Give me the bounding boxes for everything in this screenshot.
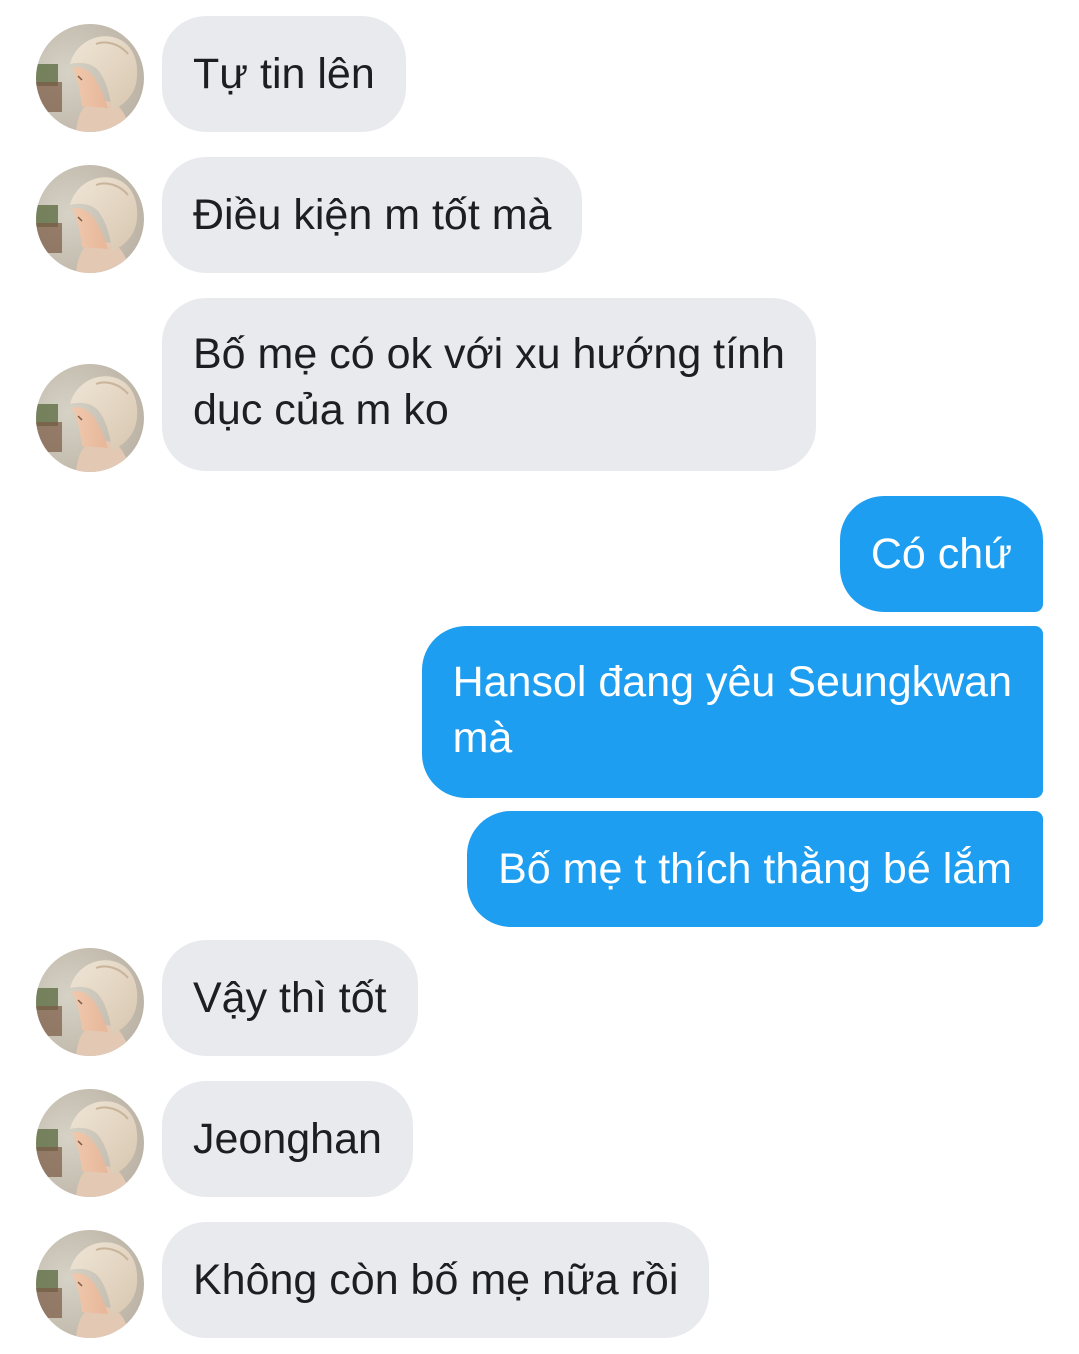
outgoing-message-bubble[interactable]: Bố mẹ t thích thằng bé lắm	[467, 811, 1043, 927]
incoming-message-bubble[interactable]: Bố mẹ có ok với xu hướng tính dục của m …	[162, 298, 816, 471]
outgoing-message-bubble[interactable]: Có chứ	[839, 496, 1043, 612]
message-text: Có chứ	[870, 530, 1012, 578]
message-text: Vậy thì tốt	[193, 974, 387, 1022]
contact-avatar[interactable]	[36, 1230, 144, 1338]
contact-avatar[interactable]	[36, 948, 144, 1056]
message-text-line: mà	[452, 714, 513, 762]
message-text-line: Hansol đang yêu Seungkwan	[452, 658, 1012, 706]
avatar-photo-icon	[36, 1230, 144, 1338]
incoming-message-bubble[interactable]: Vậy thì tốt	[162, 940, 418, 1056]
message-text-line: dục của m ko	[193, 386, 449, 434]
incoming-message-bubble[interactable]: Không còn bố mẹ nữa rồi	[162, 1222, 710, 1338]
incoming-message-bubble[interactable]: Điều kiện m tốt mà	[162, 157, 583, 273]
outgoing-message-bubble[interactable]: Hansol đang yêu Seungkwan mà	[421, 626, 1043, 798]
incoming-message-bubble[interactable]: Jeonghan	[162, 1081, 413, 1197]
avatar-photo-icon	[36, 165, 144, 273]
message-text-line: Bố mẹ có ok với xu hướng tính	[193, 330, 785, 378]
incoming-message-bubble[interactable]: Tự tin lên	[162, 16, 406, 132]
contact-avatar[interactable]	[36, 24, 144, 132]
message-text: Bố mẹ t thích thằng bé lắm	[498, 845, 1012, 893]
message-text: Điều kiện m tốt mà	[193, 191, 552, 239]
avatar-photo-icon	[36, 24, 144, 132]
message-text: Tự tin lên	[193, 50, 375, 98]
avatar-photo-icon	[36, 948, 144, 1056]
avatar-photo-icon	[36, 1089, 144, 1197]
contact-avatar[interactable]	[36, 1089, 144, 1197]
contact-avatar[interactable]	[36, 165, 144, 273]
avatar-photo-icon	[36, 364, 144, 472]
contact-avatar[interactable]	[36, 364, 144, 472]
message-text: Jeonghan	[193, 1115, 382, 1163]
message-text: Không còn bố mẹ nữa rồi	[193, 1256, 679, 1304]
